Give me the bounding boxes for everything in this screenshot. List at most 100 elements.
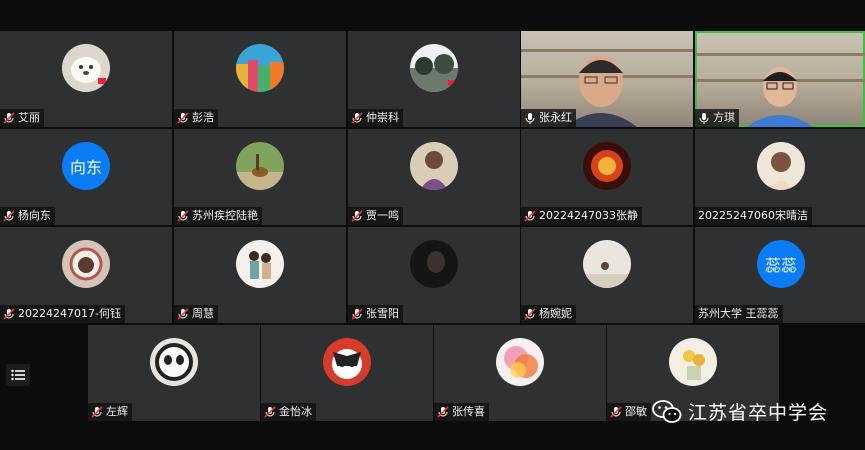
- participant-list-button[interactable]: [6, 364, 30, 386]
- participant-tile-zhangchuanxi[interactable]: 张传喜: [434, 325, 606, 421]
- participant-name: 仲崇科: [366, 111, 399, 124]
- name-label: 左辉: [88, 403, 132, 421]
- participant-name: 周慧: [192, 307, 214, 320]
- participant-tile-zhouhui[interactable]: 周慧: [174, 227, 346, 323]
- mic-off-icon: [3, 308, 15, 320]
- mic-off-icon: [437, 406, 449, 418]
- name-label: 20224247017-何钰: [0, 305, 125, 323]
- name-label: 苏州疾控陆艳: [174, 207, 262, 225]
- participant-tile-songqingjie[interactable]: 20225247060宋晴洁: [695, 129, 865, 225]
- portrait-avatar-image: [410, 142, 458, 190]
- participant-tile-zuohui[interactable]: 左辉: [88, 325, 260, 421]
- list-menu-icon: [11, 369, 25, 381]
- fire-avatar-image: [583, 142, 631, 190]
- landscape-avatar-image: [410, 44, 458, 92]
- participant-tile-suzhou-cdc[interactable]: 苏州疾控陆艳: [174, 129, 346, 225]
- wechat-icon: [652, 399, 682, 423]
- avatar: [669, 338, 717, 386]
- name-label: 方琪: [695, 109, 739, 127]
- beach-avatar-image: [583, 240, 631, 288]
- participant-name: 20224247033张静: [539, 209, 638, 222]
- participant-name: 杨向东: [18, 209, 51, 222]
- deer-avatar-image: [236, 142, 284, 190]
- participant-name: 左辉: [106, 405, 128, 418]
- participant-tile-aili[interactable]: 艾丽: [0, 31, 172, 127]
- name-label: 20225247060宋晴洁: [695, 207, 812, 225]
- avatar: [410, 44, 458, 92]
- dog-avatar-image: [62, 44, 110, 92]
- participant-tile-jinyibing[interactable]: 金怡冰: [261, 325, 433, 421]
- participant-name: 20225247060宋晴洁: [698, 209, 808, 222]
- avatar: [236, 240, 284, 288]
- participant-name: 方琪: [713, 111, 735, 124]
- participant-name: 艾丽: [18, 111, 40, 124]
- mic-off-icon: [524, 308, 536, 320]
- panda-avatar-image: [150, 338, 198, 386]
- dark-portrait-avatar-image: [410, 240, 458, 288]
- participant-name: 苏州疾控陆艳: [192, 209, 258, 222]
- participant-tile-yangwanni[interactable]: 杨婉妮: [521, 227, 693, 323]
- participant-name: 贾一鸣: [366, 209, 399, 222]
- mic-off-icon: [177, 210, 189, 222]
- avatar: [410, 240, 458, 288]
- participant-tile-wangruirui[interactable]: 蕊蕊 苏州大学 王蕊蕊: [695, 227, 865, 323]
- avatar: [757, 142, 805, 190]
- participant-tile-heyu[interactable]: 20224247017-何钰: [0, 227, 172, 323]
- participant-tile-zhongchongke[interactable]: 仲崇科: [348, 31, 520, 127]
- name-label: 杨婉妮: [521, 305, 576, 323]
- participant-name: 邵敏: [625, 405, 647, 418]
- name-label: 张传喜: [434, 403, 489, 421]
- avatar: [62, 44, 110, 92]
- cartoon-cat-avatar-image: [323, 338, 371, 386]
- name-label: 苏州大学 王蕊蕊: [695, 305, 783, 323]
- participant-name: 张永红: [539, 111, 572, 124]
- mic-off-icon: [610, 406, 622, 418]
- participant-tile-jiayiming[interactable]: 贾一鸣: [348, 129, 520, 225]
- participant-video-zhangyonghong[interactable]: 张永红: [521, 31, 693, 127]
- person-video: [747, 67, 813, 127]
- bookshelf: [695, 53, 865, 56]
- avatar: [496, 338, 544, 386]
- avatar: [410, 142, 458, 190]
- participant-tile-zhangxueyang[interactable]: 张雪阳: [348, 227, 520, 323]
- family-avatar-image: [236, 240, 284, 288]
- mic-off-icon: [177, 112, 189, 124]
- text-avatar: 向东: [62, 142, 110, 190]
- participant-name: 张传喜: [452, 405, 485, 418]
- name-label: 杨向东: [0, 207, 55, 225]
- colorful-street-avatar-image: [236, 44, 284, 92]
- astronaut-avatar-image: [62, 240, 110, 288]
- participant-tile-zhangjing[interactable]: 20224247033张静: [521, 129, 693, 225]
- participant-name: 苏州大学 王蕊蕊: [698, 307, 779, 320]
- text-avatar: 蕊蕊: [757, 240, 805, 288]
- name-label: 金怡冰: [261, 403, 316, 421]
- name-label: 贾一鸣: [348, 207, 403, 225]
- avatar: [583, 142, 631, 190]
- mic-off-icon: [3, 210, 15, 222]
- watermark-text: 江苏省卒中学会: [688, 402, 829, 424]
- avatar: [62, 240, 110, 288]
- name-label: 艾丽: [0, 109, 44, 127]
- wechat-watermark: 江苏省卒中学会: [652, 398, 828, 425]
- flower-avatar-image: [669, 338, 717, 386]
- avatar: [236, 44, 284, 92]
- name-label: 张永红: [521, 109, 576, 127]
- participant-name: 金怡冰: [279, 405, 312, 418]
- participant-name: 彭浩: [192, 111, 214, 124]
- participant-name: 张雪阳: [366, 307, 399, 320]
- participant-tile-yangxiangdong[interactable]: 向东 杨向东: [0, 129, 172, 225]
- mic-off-icon: [524, 210, 536, 222]
- mic-off-icon: [351, 308, 363, 320]
- avatar: [236, 142, 284, 190]
- mic-off-icon: [351, 112, 363, 124]
- participant-tile-penghao[interactable]: 彭浩: [174, 31, 346, 127]
- avatar: [583, 240, 631, 288]
- mic-off-icon: [3, 112, 15, 124]
- mic-off-icon: [351, 210, 363, 222]
- participant-video-fangqi[interactable]: 方琪: [695, 31, 865, 127]
- name-label: 仲崇科: [348, 109, 403, 127]
- avatar: [150, 338, 198, 386]
- participant-name: 杨婉妮: [539, 307, 572, 320]
- name-label: 邵敏: [607, 403, 651, 421]
- name-label: 张雪阳: [348, 305, 403, 323]
